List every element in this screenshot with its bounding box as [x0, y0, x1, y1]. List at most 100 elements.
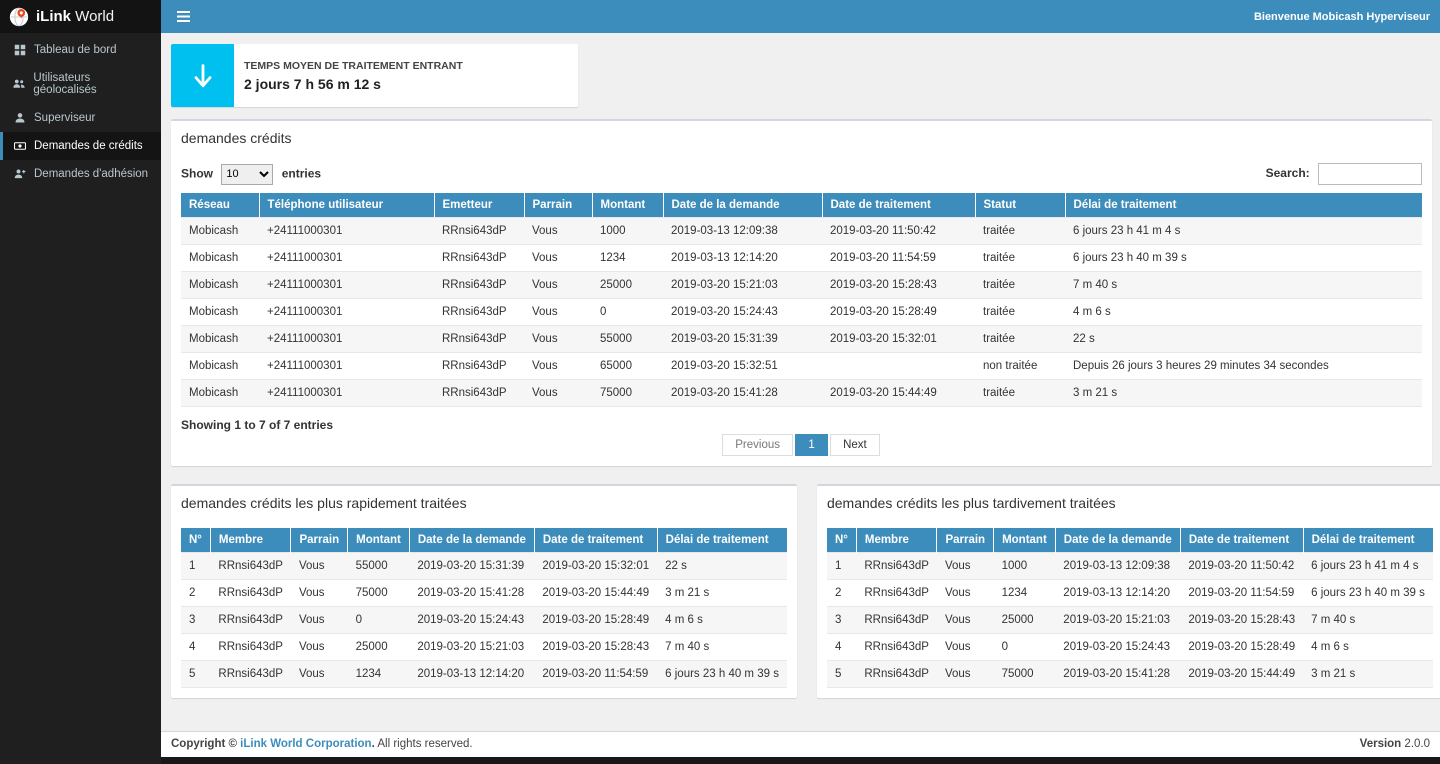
- entries-label: entries: [282, 166, 321, 180]
- sidebar-item-utilisateurs-geolocalises[interactable]: Utilisateurs géolocalisés: [0, 64, 161, 104]
- table-cell: Vous: [937, 634, 994, 661]
- company-link[interactable]: iLink World Corporation: [240, 738, 371, 750]
- pagination-previous[interactable]: Previous: [722, 434, 793, 456]
- search-input[interactable]: [1318, 163, 1422, 185]
- infobox-label: TEMPS MOYEN DE TRAITEMENT ENTRANT: [244, 60, 463, 72]
- search-control: Search:: [1266, 163, 1422, 185]
- table-cell: 2019-03-13 12:14:20: [1055, 580, 1180, 607]
- table-row: 2RRnsi643dPVous12342019-03-13 12:14:2020…: [827, 580, 1433, 607]
- table-cell: 4 m 6 s: [1065, 299, 1422, 326]
- table-cell: Vous: [524, 326, 592, 353]
- sidebar-item-label: Demandes de crédits: [34, 140, 143, 152]
- table-cell: Mobicash: [181, 218, 259, 245]
- table-cell: 1000: [592, 218, 663, 245]
- column-header[interactable]: Emetteur: [434, 193, 524, 218]
- column-header[interactable]: N°: [181, 528, 210, 553]
- table-cell: 25000: [348, 634, 410, 661]
- column-header[interactable]: N°: [827, 528, 856, 553]
- table-cell: 6 jours 23 h 40 m 39 s: [1065, 245, 1422, 272]
- table-cell: 2019-03-13 12:09:38: [1055, 553, 1180, 580]
- footer: Copyright © iLink World Corporation. All…: [161, 731, 1440, 757]
- column-header[interactable]: Parrain: [524, 193, 592, 218]
- supervisor-icon: [13, 112, 26, 124]
- column-header[interactable]: Délai de traitement: [657, 528, 787, 553]
- table-cell: 2019-03-13 12:14:20: [409, 661, 534, 688]
- sidebar-item-tableau-de-bord[interactable]: Tableau de bord: [0, 36, 161, 64]
- sidebar-item-demandes-de-credits[interactable]: Demandes de crédits: [0, 132, 161, 160]
- column-header[interactable]: Date de traitement: [822, 193, 975, 218]
- table-row: Mobicash+24111000301RRnsi643dPVous123420…: [181, 245, 1422, 272]
- fastest-credits-table: N°MembreParrainMontantDate de la demande…: [181, 528, 787, 688]
- sidebar-item-demandes-adhesion[interactable]: Demandes d'adhésion: [0, 160, 161, 188]
- table-cell: 2019-03-20 15:31:39: [409, 553, 534, 580]
- table-cell: Mobicash: [181, 272, 259, 299]
- table-row: 1RRnsi643dPVous10002019-03-13 12:09:3820…: [827, 553, 1433, 580]
- column-header[interactable]: Date de la demande: [409, 528, 534, 553]
- column-header[interactable]: Date de traitement: [1180, 528, 1303, 553]
- table-cell: 2019-03-20 15:24:43: [1055, 634, 1180, 661]
- sidebar-item-superviseur[interactable]: Superviseur: [0, 104, 161, 132]
- sidebar-toggle-button[interactable]: [171, 7, 196, 26]
- entries-select[interactable]: 10: [221, 164, 273, 185]
- table-cell: 55000: [592, 326, 663, 353]
- table-cell: 1: [181, 553, 210, 580]
- table-row: 5RRnsi643dPVous750002019-03-20 15:41:282…: [827, 661, 1433, 688]
- table-cell: Vous: [291, 607, 348, 634]
- table-cell: Depuis 26 jours 3 heures 29 minutes 34 s…: [1065, 353, 1422, 380]
- table-cell: 1234: [348, 661, 410, 688]
- column-header[interactable]: Montant: [994, 528, 1056, 553]
- fastest-credits-panel: demandes crédits les plus rapidement tra…: [171, 484, 797, 698]
- table-cell: 75000: [592, 380, 663, 407]
- column-header[interactable]: Montant: [592, 193, 663, 218]
- table-cell: 2: [827, 580, 856, 607]
- table-cell: Vous: [524, 380, 592, 407]
- table-row: Mobicash+24111000301RRnsi643dPVous550002…: [181, 326, 1422, 353]
- table-cell: 3: [827, 607, 856, 634]
- table-info: Showing 1 to 7 of 7 entries: [181, 407, 1422, 432]
- table-cell: RRnsi643dP: [856, 580, 937, 607]
- table-cell: RRnsi643dP: [434, 245, 524, 272]
- table-cell: RRnsi643dP: [434, 299, 524, 326]
- table-cell: RRnsi643dP: [434, 326, 524, 353]
- table-cell: traitée: [975, 272, 1065, 299]
- table-cell: 22 s: [657, 553, 787, 580]
- table-cell: +24111000301: [259, 299, 434, 326]
- table-cell: 2019-03-20 15:31:39: [663, 326, 822, 353]
- table-row: 1RRnsi643dPVous550002019-03-20 15:31:392…: [181, 553, 787, 580]
- column-header[interactable]: Parrain: [937, 528, 994, 553]
- table-cell: 1: [827, 553, 856, 580]
- column-header[interactable]: Date de traitement: [534, 528, 657, 553]
- credits-icon: [13, 140, 26, 152]
- table-cell: 1000: [994, 553, 1056, 580]
- brand-logo[interactable]: iLink World: [0, 0, 161, 33]
- column-header[interactable]: Montant: [348, 528, 410, 553]
- panel-title: demandes crédits les plus rapidement tra…: [181, 495, 787, 511]
- table-row: 3RRnsi643dPVous02019-03-20 15:24:432019-…: [181, 607, 787, 634]
- pagination-page-1[interactable]: 1: [795, 434, 827, 456]
- column-header[interactable]: Délai de traitement: [1065, 193, 1422, 218]
- search-label: Search:: [1266, 166, 1310, 180]
- column-header[interactable]: Délai de traitement: [1303, 528, 1433, 553]
- column-header[interactable]: Statut: [975, 193, 1065, 218]
- table-cell: 2019-03-20 11:50:42: [1180, 553, 1303, 580]
- pagination-next[interactable]: Next: [830, 434, 880, 456]
- column-header[interactable]: Date de la demande: [1055, 528, 1180, 553]
- column-header[interactable]: Date de la demande: [663, 193, 822, 218]
- panel-title: demandes crédits: [181, 130, 1422, 146]
- table-cell: 4: [181, 634, 210, 661]
- column-header[interactable]: Membre: [210, 528, 291, 553]
- table-cell: 65000: [592, 353, 663, 380]
- avg-processing-time-infobox: TEMPS MOYEN DE TRAITEMENT ENTRANT 2 jour…: [171, 44, 578, 107]
- brand-text: iLink World: [36, 8, 114, 25]
- column-header[interactable]: Téléphone utilisateur: [259, 193, 434, 218]
- table-cell: traitée: [975, 380, 1065, 407]
- table-cell: 5: [827, 661, 856, 688]
- table-cell: 55000: [348, 553, 410, 580]
- column-header[interactable]: Parrain: [291, 528, 348, 553]
- table-cell: 7 m 40 s: [1065, 272, 1422, 299]
- table-cell: 2019-03-20 15:44:49: [534, 580, 657, 607]
- table-cell: 2019-03-20 15:28:49: [822, 299, 975, 326]
- column-header[interactable]: Réseau: [181, 193, 259, 218]
- column-header[interactable]: Membre: [856, 528, 937, 553]
- sidebar-item-label: Tableau de bord: [34, 44, 116, 56]
